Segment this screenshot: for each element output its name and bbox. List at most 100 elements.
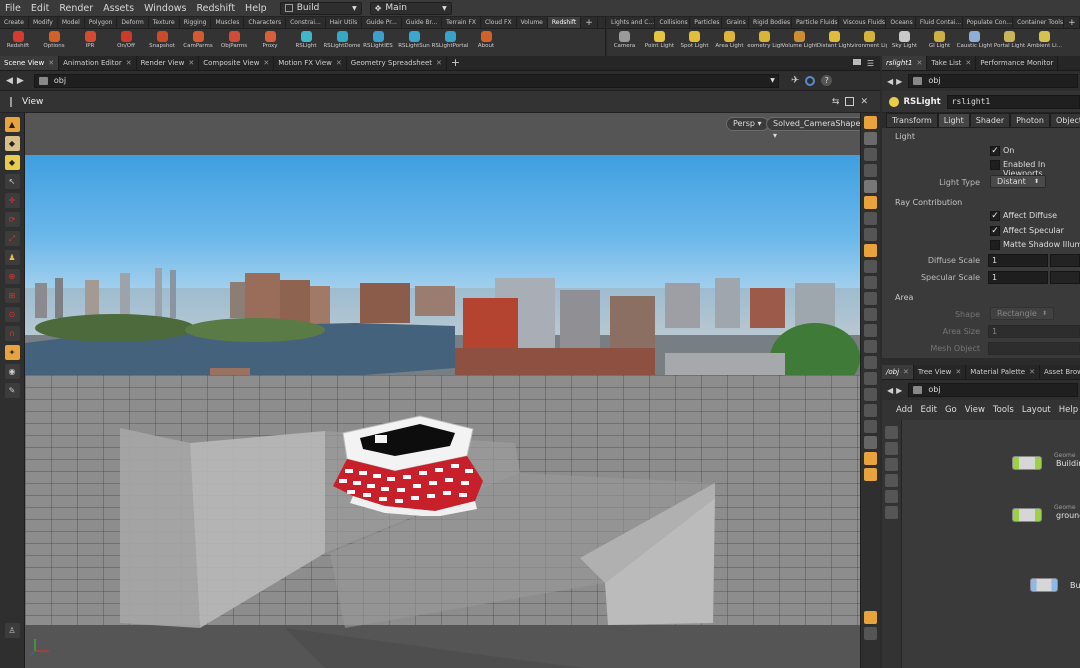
magnet-icon[interactable]: ∩ [4, 326, 20, 341]
shelf-tab-rigid-bodies[interactable]: Rigid Bodies [749, 17, 792, 28]
shelf-tab-particles[interactable]: Particles [690, 17, 723, 28]
close-icon[interactable]: ✕ [1029, 365, 1035, 379]
shelf-tool-sky-light[interactable]: Sky Light [887, 29, 922, 49]
network-tool-icon[interactable] [885, 458, 898, 471]
close-icon[interactable]: ✕ [436, 56, 442, 70]
tab-performance-monitor[interactable]: Performance Monitor [976, 56, 1059, 70]
shelf-tab-create[interactable]: Create [0, 17, 29, 28]
close-icon[interactable]: ✕ [903, 365, 909, 379]
normals-icon[interactable] [864, 308, 877, 321]
shelf-tool-distant-light[interactable]: Distant Light [817, 29, 852, 49]
shelf-tab-redshift[interactable]: Redshift [547, 17, 582, 28]
tab-scene-view[interactable]: Scene View ✕ [0, 56, 60, 70]
tab-render-view[interactable]: Render View ✕ [137, 56, 200, 70]
tab-motion-fx-view[interactable]: Motion FX View ✕ [274, 56, 347, 70]
shelf-tool-point-light[interactable]: Point Light [642, 29, 677, 49]
tab-animation-editor[interactable]: Animation Editor ✕ [59, 56, 137, 70]
network-tool-icon[interactable] [885, 490, 898, 503]
light-type-dropdown[interactable]: Distant ⬍ [990, 175, 1046, 188]
shelf-tab-terrain-fx[interactable]: Terrain FX [442, 17, 481, 28]
shelf-tab-populate-con[interactable]: Populate Con... [963, 17, 1014, 28]
shelf-tool-gi-light[interactable]: GI Light [922, 29, 957, 49]
help-icon[interactable]: ? [821, 75, 833, 86]
network-tool-icon[interactable] [885, 426, 898, 439]
network-menu-add[interactable]: Add [892, 405, 916, 415]
tab-take-list[interactable]: Take List ✕ [927, 56, 977, 70]
persp-menu-button[interactable]: Persp ▾ [726, 117, 769, 131]
forward-icon[interactable]: ▶ [896, 386, 902, 395]
shelf-tab-oceans[interactable]: Oceans [886, 17, 916, 28]
light-icon[interactable] [864, 180, 877, 193]
shelf-tool-camparms[interactable]: CamParms [180, 29, 216, 49]
shade-icon[interactable] [864, 260, 877, 273]
shape-dropdown[interactable]: Rectangle ⬍ [990, 307, 1054, 320]
filter-icon[interactable] [864, 388, 877, 401]
tag-icon[interactable] [864, 372, 877, 385]
network-menu-view[interactable]: View [961, 405, 989, 415]
back-icon[interactable]: ◀ [887, 77, 893, 86]
pane-options-icon[interactable]: ☰ [867, 59, 874, 68]
diffuse-scale-slider[interactable] [1050, 254, 1080, 267]
close-icon[interactable]: ✕ [965, 56, 971, 70]
background-icon[interactable] [864, 468, 877, 481]
mesh-object-field[interactable] [988, 342, 1080, 355]
tab-tree-view[interactable]: Tree View ✕ [914, 365, 967, 379]
diffuse-scale-field[interactable]: 1 [988, 254, 1048, 267]
shelf-tab-constrai[interactable]: Constrai... [286, 17, 326, 28]
shelf-tool-snapshot[interactable]: Snapshot [144, 29, 180, 49]
viewport-layout-icon[interactable] [864, 627, 877, 640]
pointer-icon[interactable]: ↖ [4, 174, 20, 189]
network-tool-icon[interactable] [885, 442, 898, 455]
network-menu-help[interactable]: Help [1055, 405, 1080, 415]
shelf-tab-hair-utils[interactable]: Hair Utils [326, 17, 363, 28]
back-icon[interactable]: ◀ [6, 76, 13, 86]
menu-render[interactable]: Render [54, 0, 98, 17]
record-icon[interactable]: ◉ [4, 364, 20, 379]
network-editor[interactable]: Geome Buildin Geome ground Bu [882, 420, 1080, 668]
wireframe-icon[interactable] [864, 276, 877, 289]
shelf-tab-polygon[interactable]: Polygon [85, 17, 118, 28]
shelf-tool-caustic-light[interactable]: Caustic Light [957, 29, 992, 49]
shelf-tab-collisions[interactable]: Collisions [655, 17, 691, 28]
shelf-tool-ambient-li[interactable]: Ambient Li... [1027, 29, 1062, 49]
shelf-tool-volume-light[interactable]: Volume Light [782, 29, 817, 49]
close-icon[interactable]: ✕ [188, 56, 194, 70]
matte-shadow-checkbox[interactable] [990, 240, 1000, 250]
tab-geometry-spreadsheet[interactable]: Geometry Spreadsheet ✕ [347, 56, 447, 70]
subtab-objects[interactable]: Objects [1050, 113, 1080, 128]
shelf-tool-spot-light[interactable]: Spot Light [677, 29, 712, 49]
tab-composite-view[interactable]: Composite View ✕ [199, 56, 275, 70]
shelf-tab-muscles[interactable]: Muscles [211, 17, 245, 28]
handle-icon[interactable]: ⊕ [4, 269, 20, 284]
shelf-tool-portal-light[interactable]: Portal Light [992, 29, 1027, 49]
shelf-tab-texture[interactable]: Texture [149, 17, 180, 28]
network-menu-layout[interactable]: Layout [1018, 405, 1055, 415]
shelf-tool-rslightportal[interactable]: RSLightPortal [432, 29, 468, 49]
shelf-tool-proxy[interactable]: Proxy [252, 29, 288, 49]
layout-grid-icon[interactable] [864, 611, 877, 624]
shelf-tab-fluid-contai[interactable]: Fluid Contai... [916, 17, 963, 28]
add-shelf-button[interactable]: + [1064, 17, 1080, 28]
close-icon[interactable]: ✕ [860, 97, 868, 107]
rotate-tool-icon[interactable]: ◆ [4, 155, 20, 170]
subtab-transform[interactable]: Transform [886, 113, 938, 128]
uv-icon[interactable] [864, 324, 877, 337]
display-options-icon[interactable] [864, 116, 877, 129]
network-menu-go[interactable]: Go [941, 405, 961, 415]
subtab-light[interactable]: Light [937, 113, 970, 128]
shelf-tab-model[interactable]: Model [58, 17, 85, 28]
translate-icon[interactable]: ✛ [4, 193, 20, 208]
specular-scale-field[interactable]: 1 [988, 271, 1048, 284]
shelf-tool-environment-light[interactable]: Environment Light [852, 29, 887, 49]
shelf-tab-guide-br[interactable]: Guide Br... [402, 17, 443, 28]
attribute-icon[interactable] [864, 404, 877, 417]
back-icon[interactable]: ◀ [887, 386, 893, 395]
shelf-tool-camera[interactable]: Camera [607, 29, 642, 49]
network-tool-icon[interactable] [885, 506, 898, 519]
camera-menu-button[interactable]: Solved_CameraShape ▾ [766, 117, 860, 140]
shelf-tab-guide-pr[interactable]: Guide Pr... [362, 17, 402, 28]
shelf-tool-on-off[interactable]: On/Off [108, 29, 144, 49]
network-node[interactable]: Geome Buildin [1012, 452, 1080, 470]
shelf-tab-characters[interactable]: Characters [244, 17, 287, 28]
link-icon[interactable] [805, 75, 816, 86]
